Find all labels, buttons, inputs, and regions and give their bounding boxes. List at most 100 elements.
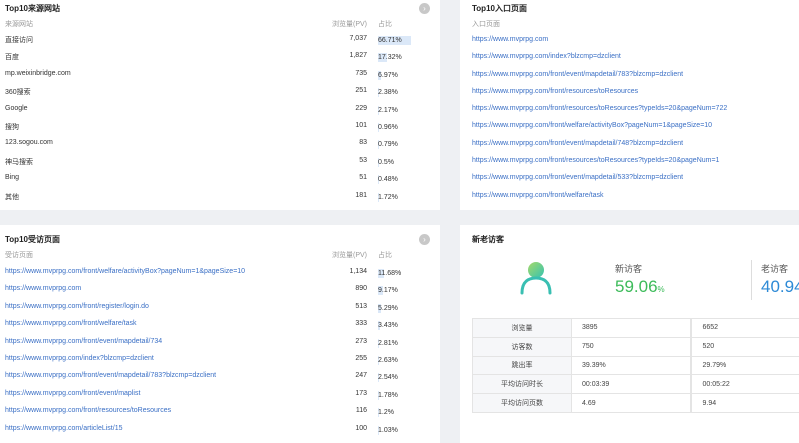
table-row: 搜狗 101 0.96% xyxy=(0,122,440,139)
page-link[interactable]: https://www.mvprpg.com/front/event/mapli… xyxy=(5,390,140,397)
col-entry-page: 入口页面 xyxy=(472,21,500,28)
pct-value: 2.38% xyxy=(378,89,398,97)
new-visitor-label: 新访客 xyxy=(615,264,643,274)
pct-value: 2.63% xyxy=(378,356,398,364)
pv-value: 83 xyxy=(359,139,367,147)
stats-row: 跳出率 39.39% 29.79% xyxy=(472,355,799,376)
visited-rows: https://www.mvprpg.com/front/welfare/act… xyxy=(0,268,440,442)
more-icon[interactable]: › xyxy=(419,3,430,14)
table-row: mp.weixinbridge.com 735 6.97% xyxy=(0,70,440,87)
page-link[interactable]: https://www.mvprpg.com/front/register/lo… xyxy=(5,303,149,310)
pct-value: 66.71% xyxy=(378,37,402,44)
entry-pages-list: 入口页面 https://www.mvprpg.com https://www.m… xyxy=(472,19,727,209)
source-sites-panel: Top10来源网站 › 来源网站 浏览量(PV) 占比 直接访问 7,037 66.… xyxy=(0,0,440,210)
stat-label: 浏览量 xyxy=(472,318,572,338)
page-link[interactable]: https://www.mvprpg.com/front/resources/t… xyxy=(5,407,171,414)
pv-value: 116 xyxy=(355,407,367,415)
pv-value: 51 xyxy=(359,174,367,182)
page-link[interactable]: https://www.mvprpg.com/front/welfare/act… xyxy=(5,268,245,275)
table-row: https://www.mvprpg.com/front/register/lo… xyxy=(0,303,440,320)
stats-row: 浏览量 3895 6652 xyxy=(472,318,799,338)
pv-value: 255 xyxy=(355,354,367,362)
pv-value: 53 xyxy=(359,156,367,164)
table-row: https://www.mvprpg.com/front/resources/t… xyxy=(0,407,440,424)
stat-old-value: 9.94 xyxy=(691,393,799,413)
more-icon[interactable]: › xyxy=(419,234,430,245)
page-link[interactable]: https://www.mvprpg.com/front/welfare/tas… xyxy=(5,320,137,327)
pct-value: 0.79% xyxy=(378,141,398,149)
stat-old-value: 29.79% xyxy=(691,355,799,376)
page-link[interactable]: https://www.mvprpg.com/index?blzcmp=dzcl… xyxy=(5,355,154,362)
stat-old-value: 6652 xyxy=(691,318,799,338)
stat-old-value: 520 xyxy=(691,336,799,357)
entry-page-link[interactable]: https://www.mvprpg.com/front/event/mapde… xyxy=(472,71,727,88)
entry-page-link[interactable]: https://www.mvprpg.com/front/resources/t… xyxy=(472,88,727,105)
pv-value: 1,134 xyxy=(349,268,367,275)
pct-value: 17.32% xyxy=(378,54,402,62)
entry-page-link[interactable]: https://www.mvprpg.com/front/welfare/act… xyxy=(472,122,727,139)
table-row: https://www.mvprpg.com/front/event/mapde… xyxy=(0,338,440,355)
table-row: 360搜索 251 2.38% xyxy=(0,87,440,104)
pv-value: 273 xyxy=(355,337,367,345)
table-header: 来源网站 浏览量(PV) 占比 xyxy=(0,19,440,31)
table-row: Bing 51 0.48% xyxy=(0,174,440,191)
table-row: https://www.mvprpg.com 890 9.17% xyxy=(0,285,440,302)
pct-value: 2.54% xyxy=(378,374,398,382)
table-row: 其他 181 1.72% xyxy=(0,192,440,209)
user-icon xyxy=(520,262,552,295)
page-link[interactable]: https://www.mvprpg.com/articleList/15 xyxy=(5,425,123,432)
stat-new-value: 39.39% xyxy=(570,355,692,376)
table-header: 受访页面 浏览量(PV) 占比 xyxy=(0,250,440,262)
entry-page-link[interactable]: https://www.mvprpg.com/front/resources/t… xyxy=(472,157,727,174)
pct-value: 9.17% xyxy=(378,287,398,295)
stat-new-value: 3895 xyxy=(570,318,692,338)
visitors-title: 新老访客 xyxy=(472,235,504,244)
pv-value: 229 xyxy=(355,104,367,112)
entry-page-link[interactable]: https://www.mvprpg.com xyxy=(472,36,727,53)
stat-label: 平均访问时长 xyxy=(472,374,572,395)
table-row: https://www.mvprpg.com/index?blzcmp=dzcl… xyxy=(0,355,440,372)
entry-page-link[interactable]: https://www.mvprpg.com/index?blzcmp=dzcl… xyxy=(472,53,727,70)
pv-value: 101 xyxy=(355,121,367,129)
source-name: 123.sogou.com xyxy=(5,139,53,147)
table-row: https://www.mvprpg.com/front/event/mapli… xyxy=(0,390,440,407)
entry-page-link[interactable]: https://www.mvprpg.com/front/welfare/tas… xyxy=(472,192,727,209)
pct-value: 1.78% xyxy=(378,391,398,399)
col-pct: 占比 xyxy=(378,21,392,28)
source-sites-title: Top10来源网站 xyxy=(5,4,60,13)
pct-value: 6.97% xyxy=(378,71,398,79)
pv-value: 7,037 xyxy=(349,35,367,42)
source-name: Bing xyxy=(5,174,20,182)
old-visitor-value: 40.94 xyxy=(761,277,799,296)
table-row: 百度 1,827 17.32% xyxy=(0,52,440,69)
pv-value: 173 xyxy=(355,389,367,397)
source-name: 其他 xyxy=(5,193,19,201)
pct-value: 1.03% xyxy=(378,426,398,434)
table-row: https://www.mvprpg.com/front/welfare/act… xyxy=(0,268,440,285)
page-link[interactable]: https://www.mvprpg.com/front/event/mapde… xyxy=(5,338,162,345)
source-name: mp.weixinbridge.com xyxy=(5,69,71,77)
pct-value: 0.48% xyxy=(378,176,398,184)
entry-page-link[interactable]: https://www.mvprpg.com/front/event/mapde… xyxy=(472,140,727,157)
stat-label: 访客数 xyxy=(472,336,572,357)
page-link[interactable]: https://www.mvprpg.com/front/event/mapde… xyxy=(5,372,216,379)
source-name: 搜狗 xyxy=(5,123,19,131)
pv-value: 513 xyxy=(355,302,367,310)
pct-value: 1.72% xyxy=(378,193,398,201)
visitor-stats-table: 浏览量 3895 6652 访客数 750 520 跳出率 39.39% 29.79% 平均访问时… xyxy=(472,318,799,413)
entry-page-link[interactable]: https://www.mvprpg.com/front/event/mapde… xyxy=(472,174,727,191)
source-name: 360搜索 xyxy=(5,89,31,97)
visited-pages-title: Top10受访页面 xyxy=(5,235,60,244)
pct-value: 5.29% xyxy=(378,304,398,312)
divider xyxy=(751,260,752,300)
entry-pages-panel: Top10入口页面 入口页面 https://www.mvprpg.com htt… xyxy=(460,0,799,210)
stat-label: 跳出率 xyxy=(472,355,572,376)
entry-page-link[interactable]: https://www.mvprpg.com/front/resources/t… xyxy=(472,105,727,122)
page-link[interactable]: https://www.mvprpg.com xyxy=(5,285,81,292)
pv-value: 735 xyxy=(355,69,367,77)
pct-value: 1.2% xyxy=(378,409,394,417)
stats-row: 平均访问时长 00:03:39 00:05:22 xyxy=(472,374,799,395)
table-row: 直接访问 7,037 66.71% xyxy=(0,35,440,52)
col-pv: 浏览量(PV) xyxy=(332,21,367,28)
table-row: https://www.mvprpg.com/front/event/mapde… xyxy=(0,372,440,389)
